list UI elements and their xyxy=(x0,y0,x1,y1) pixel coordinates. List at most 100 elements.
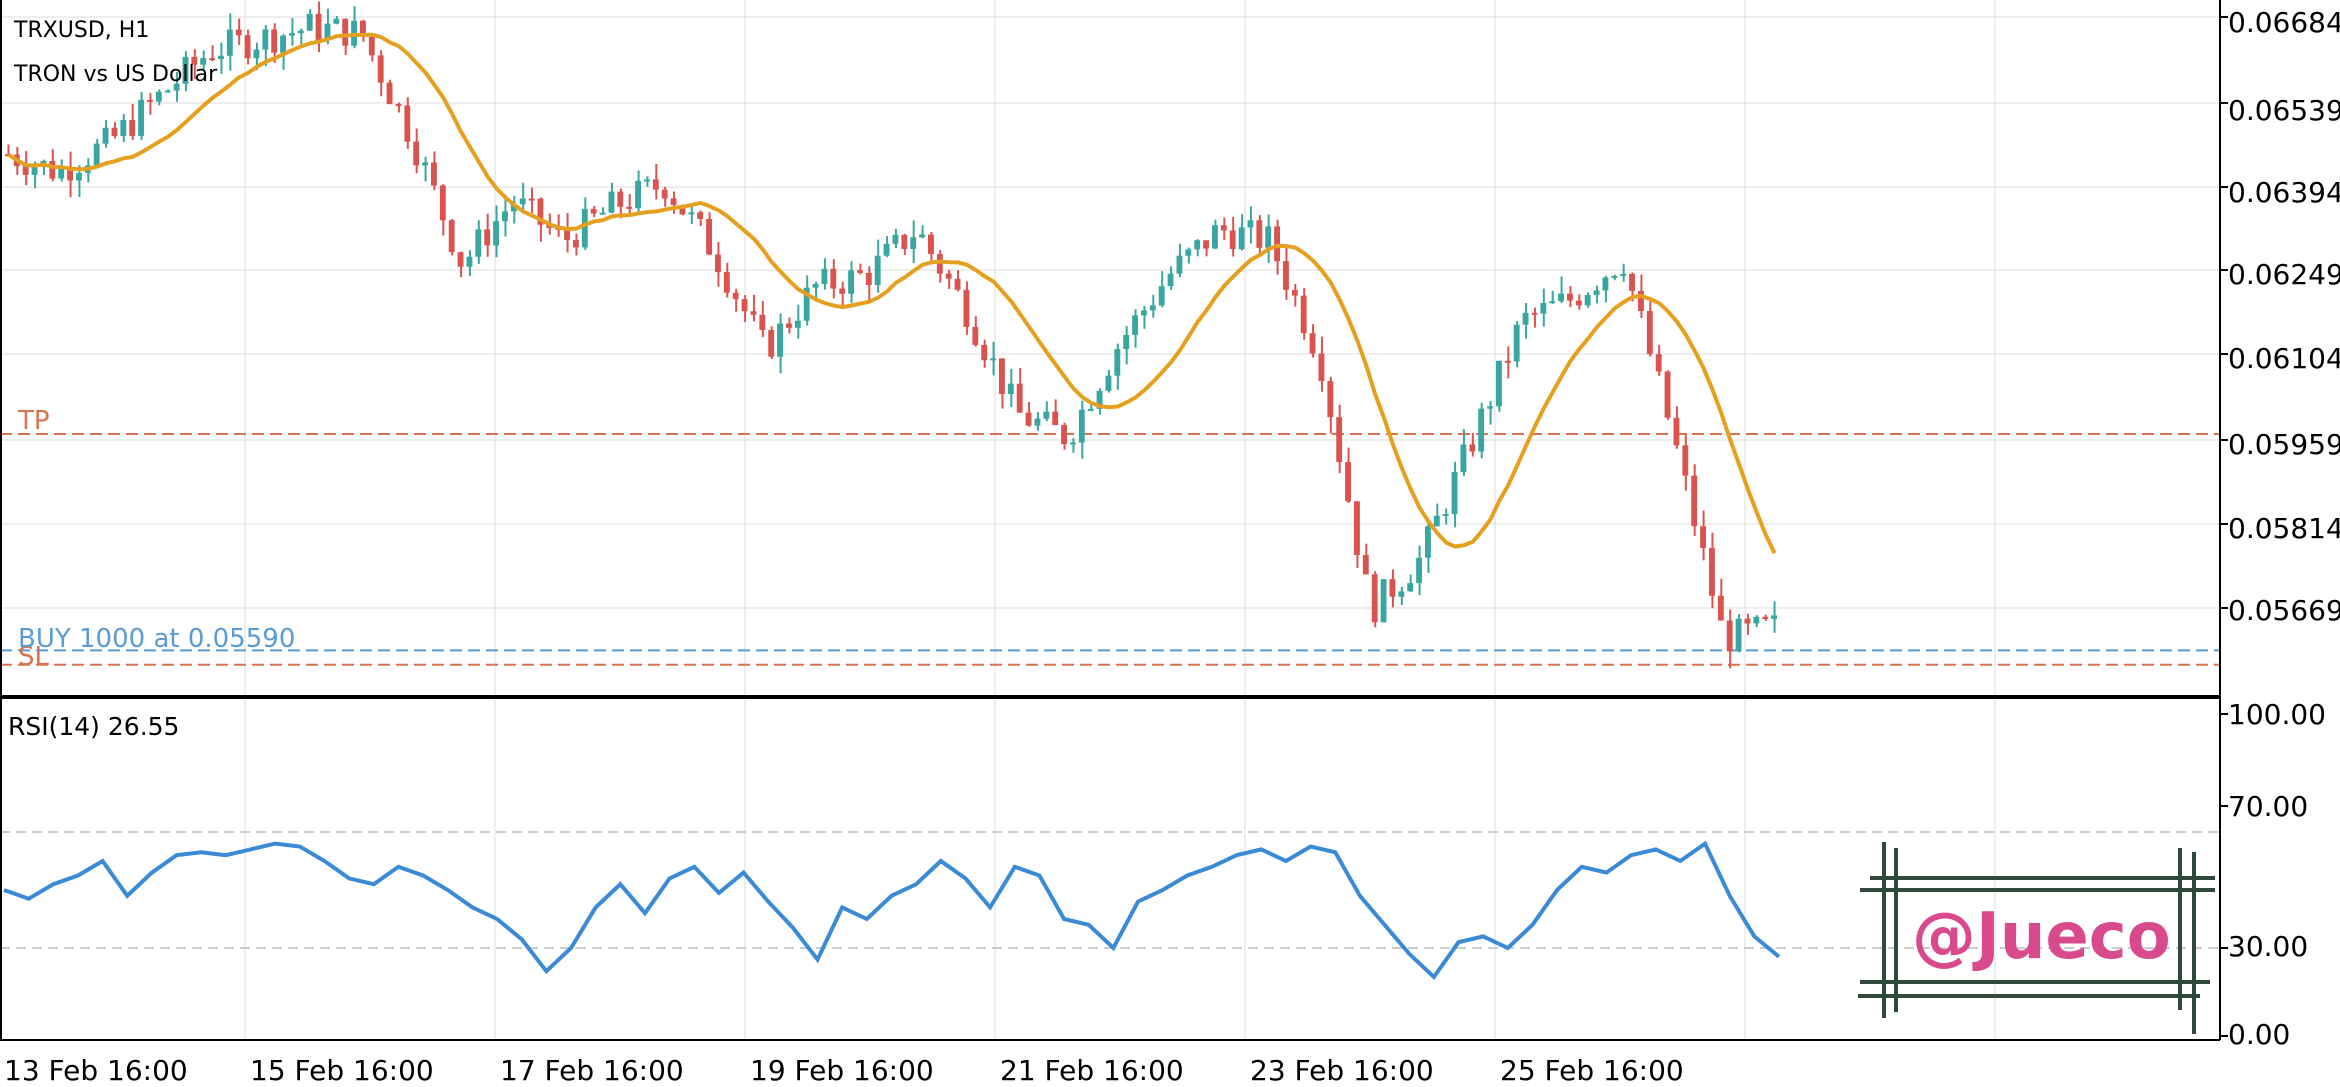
candle-body xyxy=(1043,411,1050,419)
candle-body xyxy=(581,208,588,248)
candle-body xyxy=(981,344,988,361)
candle-body xyxy=(1283,261,1289,290)
candle-body xyxy=(76,172,82,181)
candle-body xyxy=(1416,557,1422,584)
candle-body xyxy=(759,314,766,331)
candle-body xyxy=(1354,501,1360,556)
symbol-description: TRON vs US Dollar xyxy=(14,62,218,87)
candle-body xyxy=(1735,618,1742,652)
time-tick: 23 Feb 16:00 xyxy=(1250,1054,1434,1087)
candle-body xyxy=(297,30,304,34)
time-tick: 25 Feb 16:00 xyxy=(1500,1054,1684,1087)
candle-body xyxy=(1567,293,1573,301)
candle-body xyxy=(1149,305,1156,311)
candle-body xyxy=(1371,574,1378,623)
candle-body xyxy=(1602,277,1609,291)
candle-body xyxy=(235,29,242,36)
candle-body xyxy=(1345,462,1351,502)
candle-body xyxy=(253,49,260,59)
candle-body xyxy=(1362,555,1369,575)
candle-body xyxy=(1531,312,1538,315)
rsi-tick: 30.00 xyxy=(2228,930,2309,963)
candle-body xyxy=(1123,334,1130,350)
candle-body xyxy=(1016,383,1023,413)
candle-body xyxy=(342,18,349,46)
candle-body xyxy=(1433,515,1440,527)
candle-body xyxy=(475,229,482,257)
candle-body xyxy=(1158,286,1165,306)
candle-body xyxy=(1469,444,1476,452)
trade-lines xyxy=(0,433,2220,666)
candle-body xyxy=(1771,615,1777,619)
candle-body xyxy=(484,229,491,246)
candle-body xyxy=(1194,240,1201,250)
candle-body xyxy=(404,105,411,142)
candle-body xyxy=(493,221,499,246)
candle-body xyxy=(271,29,278,53)
candle-body xyxy=(1442,514,1449,517)
time-tick: 15 Feb 16:00 xyxy=(250,1054,434,1087)
candle-body xyxy=(1185,249,1192,256)
candle-body xyxy=(936,254,943,274)
candle-body xyxy=(963,289,970,327)
candle-body xyxy=(794,320,801,328)
chart-frame xyxy=(0,0,2228,1041)
candle-body xyxy=(244,35,251,59)
candle-body xyxy=(528,198,535,201)
candle-body xyxy=(1105,375,1112,391)
candle-body xyxy=(502,211,508,222)
candle-body xyxy=(138,99,144,136)
candle-body xyxy=(1629,273,1635,291)
candle-body xyxy=(1744,618,1751,624)
candle-body xyxy=(999,358,1005,395)
candle-body xyxy=(830,268,837,289)
candle-body xyxy=(1558,293,1564,302)
candle-body xyxy=(120,120,127,136)
candle-body xyxy=(1078,409,1085,443)
candle-body xyxy=(1167,273,1174,287)
candle-body xyxy=(608,191,615,213)
candle-body xyxy=(635,180,641,209)
candle-body xyxy=(883,243,890,256)
candle-body xyxy=(1220,225,1227,231)
candle-body xyxy=(31,166,38,175)
candle-body xyxy=(466,256,473,267)
candle-body xyxy=(1451,472,1458,515)
candle-body xyxy=(147,99,153,102)
candle-body xyxy=(111,127,118,136)
candle-body xyxy=(1247,220,1254,228)
candle-body xyxy=(431,162,437,186)
candles xyxy=(5,1,1777,669)
candle-body xyxy=(1336,417,1343,463)
candle-body xyxy=(670,198,677,205)
candle-body xyxy=(599,212,606,215)
candle-body xyxy=(697,212,704,219)
candle-body xyxy=(1007,383,1014,395)
candle-body xyxy=(1611,275,1618,278)
candle-body xyxy=(1300,295,1307,334)
candle-body xyxy=(1584,294,1591,306)
candle-body xyxy=(768,330,775,357)
rsi-indicator xyxy=(3,840,1781,981)
candle-body xyxy=(1212,225,1218,249)
candle-body xyxy=(1717,595,1724,621)
candle-body xyxy=(1638,290,1644,312)
candle-body xyxy=(865,272,872,286)
candle-body xyxy=(1620,273,1627,276)
price-tick: 0.06539 xyxy=(2228,94,2340,127)
candle-body xyxy=(777,323,783,357)
candle-body xyxy=(715,254,721,273)
candle-body xyxy=(901,234,908,250)
candle-body xyxy=(289,33,295,36)
candle-body xyxy=(750,311,757,315)
buy-label[interactable]: BUY 1000 at 0.05590 xyxy=(18,624,295,654)
tp-label[interactable]: TP xyxy=(18,406,50,436)
candle-body xyxy=(1425,526,1431,558)
candle-body xyxy=(1700,526,1706,548)
price-tick: 0.05814 xyxy=(2228,512,2340,545)
candle-body xyxy=(1691,475,1698,527)
candle-body xyxy=(1238,227,1245,250)
candle-body xyxy=(1549,301,1556,304)
candle-body xyxy=(1256,220,1263,248)
rsi-tick: 100.00 xyxy=(2228,698,2326,731)
